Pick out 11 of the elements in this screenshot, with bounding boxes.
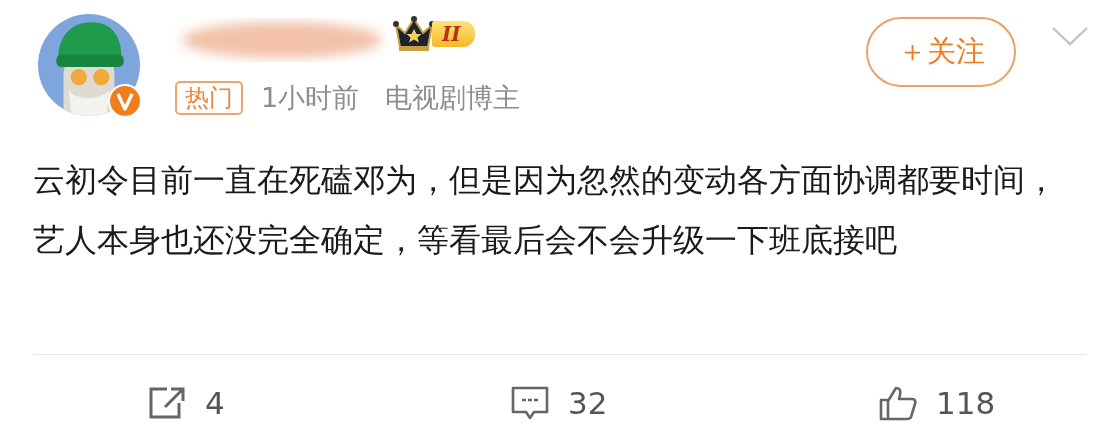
hot-tag: 热门 (175, 81, 243, 115)
post-text: 云初令目前一直在死磕邓为，但是因为忽然的变动各方面协调都要时间，艺人本身也还没完全确定，等看最后会不会升级一下班底接吧 (33, 161, 1057, 259)
comment-count: 32 (568, 384, 608, 421)
share-count: 4 (205, 384, 225, 421)
comment-icon[interactable] (510, 384, 550, 421)
follow-button[interactable]: ＋关注 (866, 17, 1016, 87)
level-badge: II (432, 21, 475, 47)
thumbs-up-icon[interactable] (878, 384, 918, 421)
author-type: 电视剧博主 (385, 81, 521, 115)
post-time: 1小时前 (261, 81, 360, 115)
like-count: 118 (936, 384, 996, 421)
